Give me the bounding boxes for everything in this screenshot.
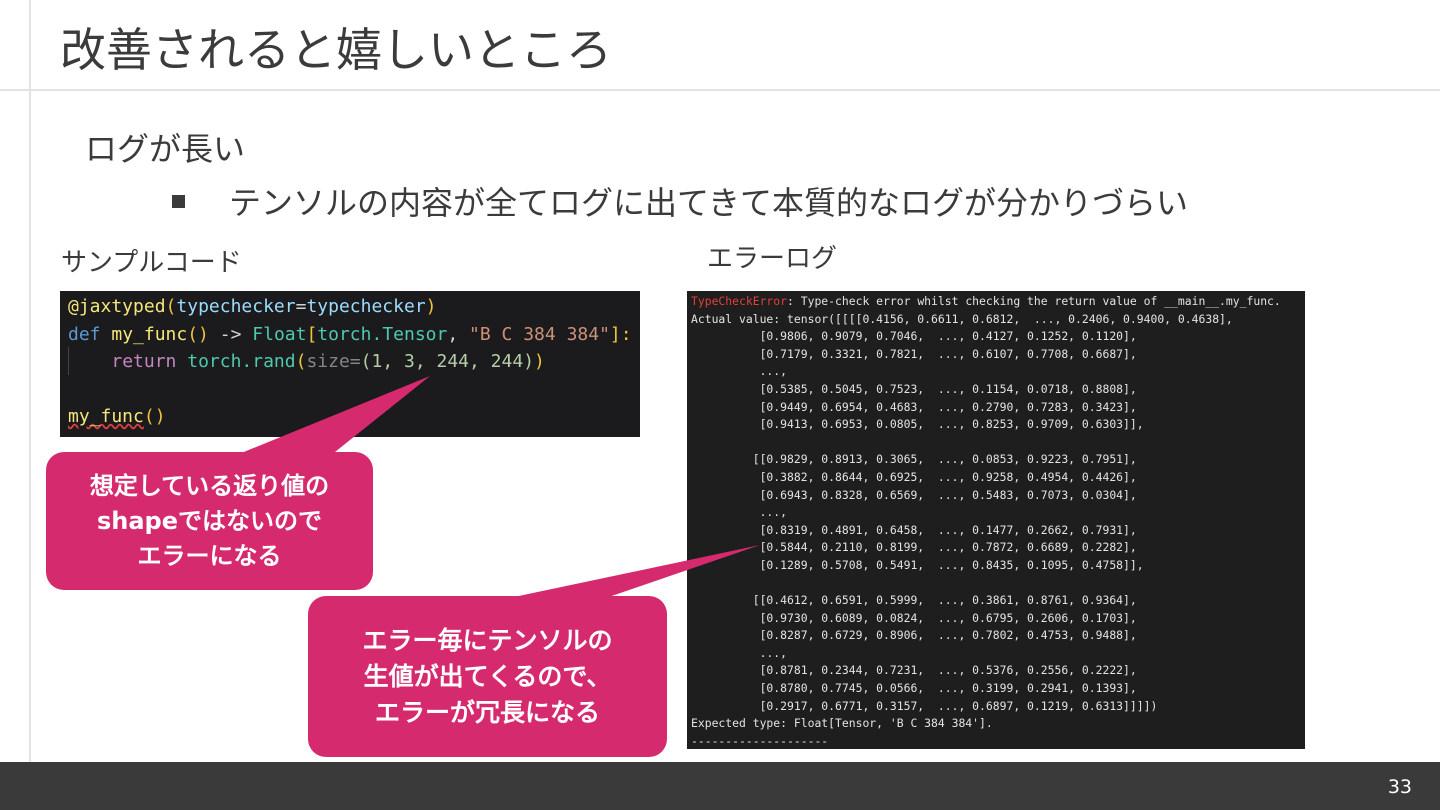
callout-2-line: 生値が出てくるので、 bbox=[363, 661, 612, 691]
callout-2-line: エラーが冗長になる bbox=[374, 697, 600, 727]
footer-bar: 33 bbox=[0, 762, 1440, 810]
callout-tail-2 bbox=[500, 545, 760, 600]
callout-tails bbox=[234, 376, 760, 600]
callout-tail-1 bbox=[234, 376, 430, 456]
callout-shape-error: 想定している返り値の shapeではないので エラーになる bbox=[46, 452, 373, 590]
callout-2-line: エラー毎にテンソルの bbox=[362, 625, 613, 655]
callout-1-line: 想定している返り値の bbox=[89, 471, 330, 500]
callout-1-line: エラーになる bbox=[137, 541, 282, 570]
callout-1-line: shapeではないので bbox=[96, 506, 323, 535]
page-number: 33 bbox=[1387, 776, 1412, 798]
callout-verbose-error: エラー毎にテンソルの 生値が出てくるので、 エラーが冗長になる bbox=[308, 596, 667, 757]
